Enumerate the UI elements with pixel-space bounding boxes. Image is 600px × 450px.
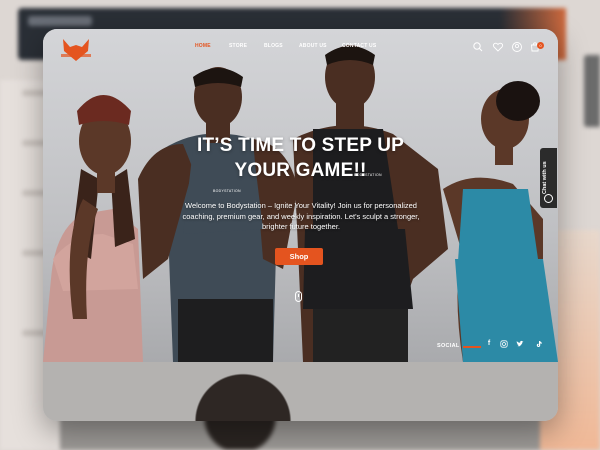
person-woman-left <box>43 95 143 362</box>
social-label: SOCIAL <box>437 343 460 349</box>
shirt-brand-tag: BODYSTATION <box>213 189 241 193</box>
nav-store[interactable]: STORE <box>229 43 247 49</box>
tiktok-icon[interactable] <box>535 340 543 348</box>
hero-photo <box>43 45 558 362</box>
search-icon[interactable] <box>472 41 484 53</box>
background-chip <box>28 16 92 26</box>
instagram-icon[interactable] <box>500 340 508 348</box>
hero-headline-line-2: YOUR GAME!! <box>234 160 367 181</box>
nav-home[interactable]: HOME <box>195 43 211 49</box>
chat-icon <box>544 194 553 203</box>
cart-count-badge: 0 <box>537 42 544 49</box>
nav-about-us[interactable]: ABOUT US <box>299 43 327 49</box>
hero-modal: HOME STORE BLOGS ABOUT US CONTACT US 0 I… <box>43 29 558 421</box>
hero-headline-line-1: IT’S TIME TO STEP UP <box>196 135 405 156</box>
hero-headline: IT’S TIME TO STEP UP YOUR GAME!! <box>183 133 418 183</box>
nav-blogs[interactable]: BLOGS <box>264 43 283 49</box>
user-icon[interactable] <box>511 41 523 53</box>
social-divider <box>463 346 481 348</box>
scroll-mouse-icon[interactable] <box>295 291 302 302</box>
facebook-icon[interactable]: f <box>485 340 493 348</box>
background-side-card <box>584 55 600 127</box>
nav-contact-us[interactable]: CONTACT US <box>342 43 376 49</box>
heart-icon[interactable] <box>492 41 504 53</box>
next-section-person <box>183 362 303 421</box>
chat-label: Chat with us <box>542 161 548 195</box>
logo-fox-icon[interactable] <box>55 37 97 63</box>
person-woman-right <box>443 81 558 362</box>
shop-button[interactable]: Shop <box>275 248 323 265</box>
chat-with-us-tab[interactable]: Chat with us <box>540 148 557 208</box>
shirt-brand-tag: BODYSTATION <box>354 173 382 177</box>
hero-banner: HOME STORE BLOGS ABOUT US CONTACT US 0 I… <box>43 29 558 362</box>
hero-subtext: Welcome to Bodystation – Ignite Your Vit… <box>182 201 420 231</box>
twitter-icon[interactable] <box>516 340 524 348</box>
